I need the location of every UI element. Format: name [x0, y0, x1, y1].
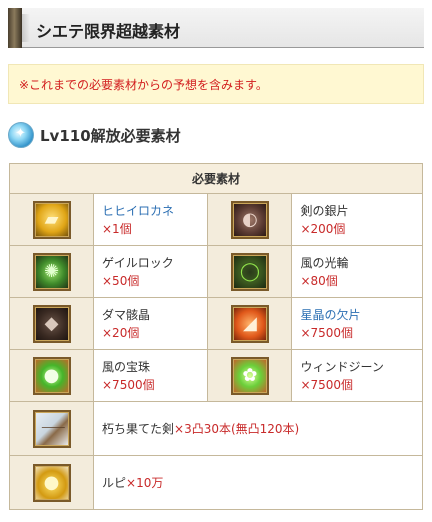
- table-row: ● ルピ×10万: [9, 455, 423, 510]
- item-quantity: ×10万: [126, 476, 164, 490]
- item-name: ウィンドジーン: [300, 359, 384, 374]
- item-name: 剣の銀片: [300, 203, 349, 218]
- item-name: ゲイルロック: [102, 255, 174, 270]
- table-row: ◆ ダマ骸晶 ×20個 ◢ 星晶の欠片 ×7500個: [9, 297, 423, 350]
- item-name-link[interactable]: 星晶の欠片: [300, 306, 422, 324]
- item-name: 風の宝珠: [102, 359, 151, 374]
- wind-orb-icon: [8, 122, 34, 148]
- item-quantity: ×80個: [300, 273, 338, 288]
- item-quantity: ×50個: [102, 273, 140, 288]
- gale-rock-icon[interactable]: ✺: [32, 252, 71, 291]
- silver-sword-fragment-icon[interactable]: ◐: [230, 200, 269, 239]
- item-quantity: ×1個: [102, 221, 132, 236]
- star-crystal-fragment-icon[interactable]: ◢: [230, 304, 269, 343]
- item-name-link[interactable]: ヒヒイロカネ: [102, 202, 207, 220]
- sword-line: 朽ち果てた剣×3凸30本(無凸120本): [102, 422, 299, 436]
- table-row: ／ 朽ち果てた剣×3凸30本(無凸120本): [9, 401, 423, 456]
- item-name: ダマ骸晶: [102, 307, 151, 322]
- wind-halo-icon[interactable]: ◯: [230, 252, 269, 291]
- notice-text: ※これまでの必要素材からの予想を含みます。: [19, 78, 268, 92]
- item-quantity: ×200個: [300, 221, 346, 236]
- item-name: 朽ち果てた剣: [102, 422, 175, 436]
- section-title: Lv110解放必要素材: [40, 127, 181, 145]
- wind-orb-item-icon[interactable]: ●: [32, 356, 71, 395]
- item-quantity: ×7500個: [102, 377, 155, 392]
- item-quantity: ×3凸30本(無凸120本): [174, 422, 300, 436]
- hihiirokane-icon[interactable]: ▰: [32, 200, 71, 239]
- table-row: ▰ ヒヒイロカネ ×1個 ◐ 剣の銀片 ×200個: [9, 193, 423, 246]
- materials-table: 必要素材 ▰ ヒヒイロカネ ×1個 ◐ 剣の銀片 ×200個 ✺ ゲイルロック …: [9, 163, 423, 510]
- item-name: 風の光輪: [300, 255, 349, 270]
- item-quantity: ×7500個: [300, 377, 354, 392]
- item-quantity: ×7500個: [300, 325, 354, 340]
- table-row: ✺ ゲイルロック ×50個 ◯ 風の光輪 ×80個: [9, 245, 423, 298]
- page-title: シエテ限界超越素材: [36, 22, 181, 41]
- table-row: ● 風の宝珠 ×7500個 ✿ ウィンドジーン ×7500個: [9, 349, 423, 402]
- rupie-line: ルピ×10万: [102, 476, 163, 490]
- decayed-sword-icon[interactable]: ／: [32, 409, 71, 448]
- table-header: 必要素材: [9, 163, 423, 194]
- rupie-coins-icon[interactable]: ●: [32, 463, 71, 502]
- header-accent-bar: [8, 8, 30, 48]
- item-quantity: ×20個: [102, 325, 140, 340]
- wind-gene-icon[interactable]: ✿: [230, 356, 269, 395]
- notice-box: ※これまでの必要素材からの予想を含みます。: [8, 64, 424, 104]
- item-name: ルピ: [102, 476, 127, 490]
- section-heading: Lv110解放必要素材: [8, 122, 424, 148]
- page-header: シエテ限界超越素材: [8, 8, 424, 48]
- damascus-crystal-icon[interactable]: ◆: [32, 304, 71, 343]
